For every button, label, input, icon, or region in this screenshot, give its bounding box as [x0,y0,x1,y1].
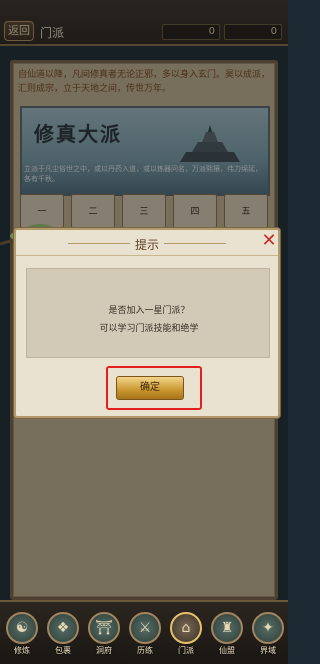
nav-label: 修炼 [14,646,30,655]
meditation-icon: ☯ [6,612,38,644]
nav-label: 界域 [260,646,276,655]
nav-label: 历练 [137,646,153,655]
sword-icon: ⚔ [129,612,161,644]
bag-icon: ❖ [47,612,79,644]
dialog-message-line1: 是否加入一星门派？ [108,306,190,316]
nav-label: 洞府 [96,646,112,655]
dialog-header: 提示 ✕ [16,230,278,256]
confirm-button[interactable]: 确定 [116,376,184,400]
dialog-title: 提示 [134,238,159,252]
nav-item-cultivate[interactable]: ☯ 修炼 [4,612,40,664]
confirm-dialog: 提示 ✕ 是否加入一星门派？ 可以学习门派技能和绝学 确定 [14,228,280,418]
bottom-nav: ☯ 修炼 ❖ 包裹 ⛩ 洞府 ⚔ 历练 ⌂ 门派 ♜ 仙盟 ✦ 界域 [0,600,288,664]
alliance-icon: ♜ [211,612,243,644]
dialog-message-line2: 可以学习门派技能和绝学 [99,324,199,334]
dialog-message-box: 是否加入一星门派？ 可以学习门派技能和绝学 [26,268,270,358]
close-icon[interactable]: ✕ [260,232,278,250]
nav-item-cave[interactable]: ⛩ 洞府 [86,612,122,664]
nav-label: 仙盟 [219,646,235,655]
nav-item-alliance[interactable]: ♜ 仙盟 [209,612,245,664]
nav-item-bag[interactable]: ❖ 包裹 [45,612,81,664]
sect-icon: ⌂ [170,612,202,644]
title-divider-right [164,243,226,244]
nav-label: 门派 [178,646,194,655]
nav-item-sect[interactable]: ⌂ 门派 [168,612,204,664]
nav-item-train[interactable]: ⚔ 历练 [127,612,163,664]
realm-icon: ✦ [252,612,284,644]
nav-item-realm[interactable]: ✦ 界域 [250,612,286,664]
cave-icon: ⛩ [88,612,120,644]
nav-label: 包裹 [55,646,71,655]
